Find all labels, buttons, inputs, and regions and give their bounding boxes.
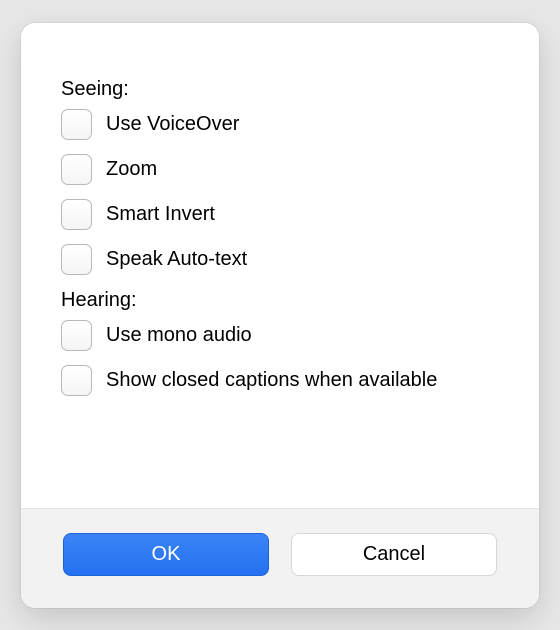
option-row-mono-audio: Use mono audio [61,320,499,351]
hearing-section-label: Hearing: [61,289,499,312]
option-label-speak-auto-text: Speak Auto-text [106,248,247,271]
checkbox-zoom[interactable] [61,154,92,185]
option-row-closed-captions: Show closed captions when available [61,365,499,396]
option-label-mono-audio: Use mono audio [106,324,252,347]
option-row-voiceover: Use VoiceOver [61,109,499,140]
checkbox-mono-audio[interactable] [61,320,92,351]
dialog-content: Seeing: Use VoiceOver Zoom Smart Invert … [21,23,539,508]
cancel-button[interactable]: Cancel [291,533,497,576]
option-label-smart-invert: Smart Invert [106,203,215,226]
checkbox-voiceover[interactable] [61,109,92,140]
checkbox-smart-invert[interactable] [61,199,92,230]
accessibility-dialog: Seeing: Use VoiceOver Zoom Smart Invert … [21,23,539,608]
seeing-section-label: Seeing: [61,78,499,101]
option-row-speak-auto-text: Speak Auto-text [61,244,499,275]
checkbox-closed-captions[interactable] [61,365,92,396]
ok-button[interactable]: OK [63,533,269,576]
option-label-voiceover: Use VoiceOver [106,113,239,136]
option-label-zoom: Zoom [106,158,157,181]
checkbox-speak-auto-text[interactable] [61,244,92,275]
option-row-smart-invert: Smart Invert [61,199,499,230]
option-row-zoom: Zoom [61,154,499,185]
option-label-closed-captions: Show closed captions when available [106,369,437,392]
dialog-button-bar: OK Cancel [21,508,539,608]
